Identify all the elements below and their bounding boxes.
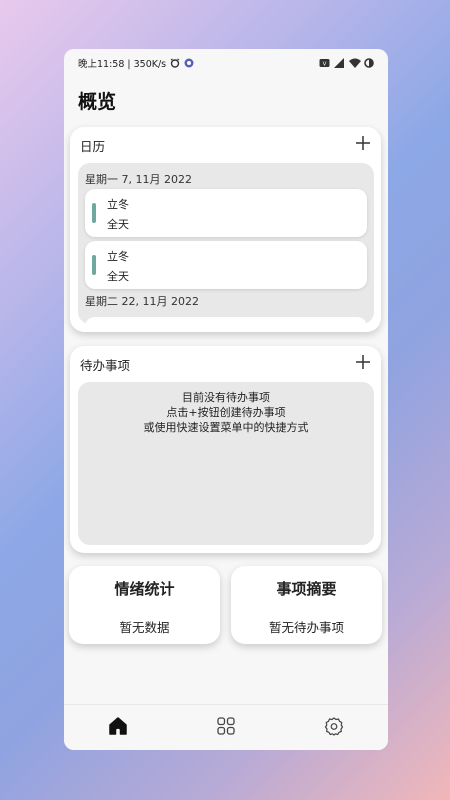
date-label: 星期一 7, 11月 2022 — [85, 173, 192, 186]
event-item[interactable]: 立冬 全天 — [85, 241, 367, 289]
event-subtitle: 全天 — [107, 218, 129, 231]
settings-gear-icon — [324, 716, 344, 740]
svg-text:V: V — [323, 62, 327, 68]
stat-value: 暂无待办事项 — [268, 620, 344, 635]
event-item[interactable]: 立冬 全天 — [85, 189, 367, 237]
mood-stats-card[interactable]: 情绪统计 暂无数据 — [69, 566, 220, 644]
empty-message-line: 点击+按钮创建待办事项 — [166, 406, 286, 419]
todo-title: 待办事项 — [80, 357, 131, 373]
event-title: 立冬 — [107, 198, 129, 211]
todo-empty-state: 目前没有待办事项 点击+按钮创建待办事项 或使用快速设置菜单中的快捷方式 — [78, 382, 374, 545]
task-summary-card[interactable]: 事项摘要 暂无待办事项 — [231, 566, 382, 644]
todo-card[interactable]: 待办事项 目前没有待办事项 点击+按钮创建待办事项 或使用快速设置菜单中的快捷方… — [70, 346, 381, 553]
todo-header: 待办事项 — [70, 346, 381, 382]
grid-icon — [216, 716, 236, 740]
status-time-speed: 晚上11:58 | 350K/s — [78, 59, 167, 70]
status-bar: 晚上11:58 | 350K/s V — [64, 49, 388, 77]
alarm-icon — [170, 58, 180, 68]
event-title: 立冬 — [107, 250, 129, 263]
app-notification-icon — [184, 58, 194, 68]
plus-icon[interactable] — [355, 353, 371, 375]
calendar-event-list[interactable]: 星期一 7, 11月 2022 立冬 全天 立冬 全天 星期二 22, 11月 … — [78, 163, 374, 324]
empty-message-line: 目前没有待办事项 — [182, 391, 270, 404]
event-color-bar — [92, 255, 96, 275]
page-title: 概览 — [78, 91, 117, 113]
home-icon — [108, 716, 128, 740]
stat-title: 情绪统计 — [114, 580, 175, 598]
plus-icon[interactable] — [355, 134, 371, 156]
signal-icon — [334, 58, 344, 68]
calendar-card[interactable]: 日历 星期一 7, 11月 2022 立冬 全天 立冬 全天 星期二 22, 1… — [70, 127, 381, 332]
stat-title: 事项摘要 — [276, 580, 337, 598]
event-subtitle: 全天 — [107, 270, 129, 283]
nav-home[interactable] — [98, 708, 138, 748]
stat-value: 暂无数据 — [119, 620, 170, 635]
vpn-icon: V — [319, 58, 330, 68]
date-label: 星期二 22, 11月 2022 — [85, 295, 199, 308]
event-color-bar — [92, 203, 96, 223]
wifi-icon — [349, 58, 361, 68]
phone-screen: 晚上11:58 | 350K/s V 概览 日历 星期一 7, 11月 2022… — [64, 49, 388, 750]
nav-settings[interactable] — [314, 708, 354, 748]
empty-message-line: 或使用快速设置菜单中的快捷方式 — [143, 421, 309, 434]
event-item-partial[interactable] — [85, 317, 367, 324]
battery-icon — [364, 58, 374, 68]
calendar-header: 日历 — [70, 127, 381, 163]
calendar-title: 日历 — [80, 138, 106, 154]
nav-grid[interactable] — [206, 708, 246, 748]
bottom-nav — [64, 704, 388, 750]
